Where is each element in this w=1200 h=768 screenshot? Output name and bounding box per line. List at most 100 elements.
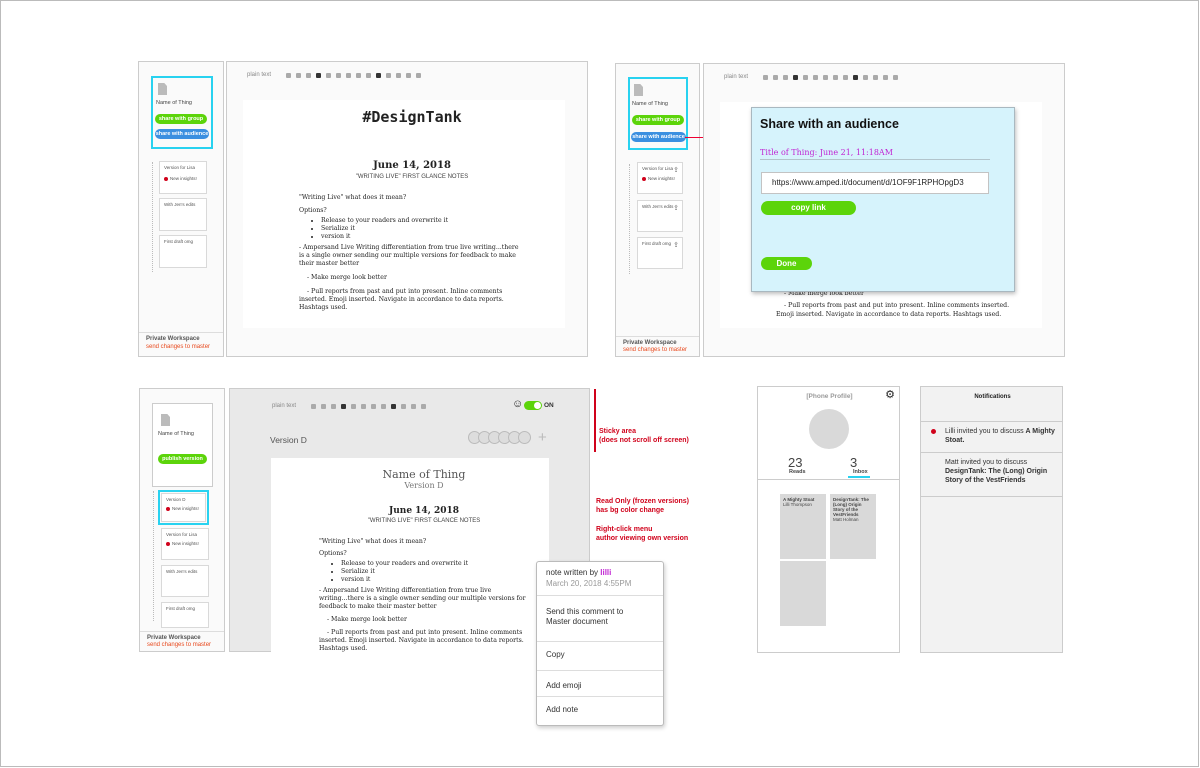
send-changes-link[interactable]: send changes to master (146, 344, 210, 350)
align-icon[interactable] (396, 72, 402, 78)
frozen-document-page[interactable]: Name of Thing Version D June 14, 2018 "W… (271, 458, 549, 652)
format-icon[interactable] (763, 74, 769, 80)
toggle-label: ON (544, 402, 554, 409)
format-icon[interactable] (286, 72, 292, 78)
story-card[interactable]: DesignTank: The (Long) Origin Story of t… (830, 494, 876, 559)
format-icon[interactable] (366, 72, 372, 78)
version-card[interactable]: Version D New insights! (161, 493, 206, 522)
list-icon[interactable] (406, 72, 412, 78)
version-card[interactable]: Version for Lisa New insights! ⇪ (637, 162, 683, 194)
sidebar-panel-1: Name of Thing share with group share wit… (138, 61, 224, 357)
version-card[interactable]: With Jen's edits (159, 198, 207, 231)
smiley-icon[interactable]: ☺ (512, 398, 523, 410)
mode-select[interactable]: plain text (272, 403, 296, 409)
format-icon[interactable] (306, 72, 312, 78)
italic-icon[interactable] (351, 403, 357, 409)
version-card[interactable]: With Jen's edits ⇪ (637, 200, 683, 232)
format-icon[interactable] (773, 74, 779, 80)
inbox-tab[interactable]: Inbox (853, 469, 868, 475)
share-group-button[interactable]: share with group (155, 114, 207, 124)
context-menu: note written by lilli March 20, 2018 4:5… (536, 561, 664, 726)
underline-icon[interactable] (361, 403, 367, 409)
underline-icon[interactable] (813, 74, 819, 80)
align-icon[interactable] (863, 74, 869, 80)
format-icon[interactable] (346, 72, 352, 78)
align-icon[interactable] (376, 72, 382, 78)
bold-icon[interactable] (316, 72, 322, 78)
share-audience-button[interactable]: share with audience (155, 129, 209, 139)
list-icon[interactable] (411, 403, 417, 409)
format-icon[interactable] (823, 74, 829, 80)
format-icon[interactable] (296, 72, 302, 78)
new-dot-icon (166, 541, 170, 546)
version-card[interactable]: First draft omg ⇪ (637, 237, 683, 269)
done-button[interactable]: Done (761, 257, 812, 270)
copy-link-button[interactable]: copy link (761, 201, 856, 215)
option-item: Serialize it (341, 568, 529, 576)
align-icon[interactable] (386, 72, 392, 78)
doc-date: June 14, 2018 (388, 506, 460, 516)
add-note-item[interactable]: Add note (546, 705, 578, 714)
doc-para: - Ampersand Live Writing differentiation… (299, 244, 519, 267)
format-icon[interactable] (843, 74, 849, 80)
share-modal: Share with an audience Title of Thing: J… (751, 107, 1015, 292)
format-icon[interactable] (331, 403, 337, 409)
align-icon[interactable] (853, 74, 859, 80)
share-icon[interactable]: ⇪ (673, 166, 679, 174)
copy-item[interactable]: Copy (546, 650, 565, 659)
align-icon[interactable] (401, 403, 407, 409)
document-page[interactable]: #DesignTank June 14, 2018 "WRITING LIVE"… (243, 100, 565, 328)
version-card[interactable]: Version for Lisa New insights! (159, 161, 207, 194)
mode-select[interactable]: plain text (724, 74, 748, 80)
new-dot-icon (166, 506, 170, 511)
share-group-button[interactable]: share with group (632, 115, 684, 125)
reads-tab[interactable]: Reads (789, 469, 806, 475)
gear-icon[interactable]: ⚙ (885, 388, 895, 401)
note-meta: note written by lilli (546, 568, 611, 577)
publish-button[interactable]: publish version (158, 454, 207, 464)
underline-icon[interactable] (336, 72, 342, 78)
list-icon[interactable] (883, 74, 889, 80)
add-emoji-item[interactable]: Add emoji (546, 681, 582, 690)
more-icon[interactable] (421, 403, 427, 409)
more-icon[interactable] (416, 72, 422, 78)
format-icon[interactable] (311, 403, 317, 409)
url-field[interactable]: https://www.amped.it/document/d/1OF9F1RP… (761, 172, 989, 194)
send-changes-link[interactable]: send changes to master (623, 347, 687, 353)
mode-select[interactable]: plain text (247, 72, 271, 78)
format-icon[interactable] (833, 74, 839, 80)
italic-icon[interactable] (803, 74, 809, 80)
add-collaborator-icon[interactable]: + (538, 429, 547, 446)
version-label: First draft omg (166, 606, 196, 611)
format-icon[interactable] (321, 403, 327, 409)
inbox-count: 3 (850, 455, 858, 470)
bold-icon[interactable] (341, 403, 347, 409)
notification-item[interactable]: Lilli invited you to discuss A Mighty St… (945, 427, 1055, 445)
story-card[interactable] (780, 561, 826, 626)
share-icon[interactable]: ⇪ (673, 241, 679, 249)
align-icon[interactable] (391, 403, 397, 409)
more-icon[interactable] (893, 74, 899, 80)
format-icon[interactable] (371, 403, 377, 409)
notification-item[interactable]: Matt invited you to discuss DesignTank: … (945, 458, 1057, 485)
send-changes-link[interactable]: send changes to master (147, 642, 211, 648)
version-card[interactable]: With Jen's edits (161, 565, 209, 597)
share-audience-button[interactable]: share with audience (631, 132, 686, 142)
format-icon[interactable] (783, 74, 789, 80)
version-card[interactable]: First draft omg (161, 602, 209, 628)
version-card[interactable]: Version for Lisa New insights! (161, 528, 209, 560)
send-to-master-item[interactable]: Send this comment to Master document (546, 607, 623, 627)
italic-icon[interactable] (326, 72, 332, 78)
frozen-toggle[interactable] (524, 401, 542, 410)
format-icon[interactable] (381, 403, 387, 409)
align-icon[interactable] (873, 74, 879, 80)
doc-para: Emoji inserted. Navigate in accordance t… (776, 311, 1002, 318)
story-card[interactable]: A Mighty Stoat Lilli Thompson (780, 494, 826, 559)
share-icon[interactable]: ⇪ (673, 204, 679, 212)
collaborator-avatar[interactable] (518, 431, 531, 444)
version-label: Version for Lisa (164, 165, 196, 170)
version-card[interactable]: First draft omg (159, 235, 207, 268)
thing-title: Title of Thing: June 21, 11:18AM (760, 148, 893, 157)
bold-icon[interactable] (793, 74, 799, 80)
format-icon[interactable] (356, 72, 362, 78)
